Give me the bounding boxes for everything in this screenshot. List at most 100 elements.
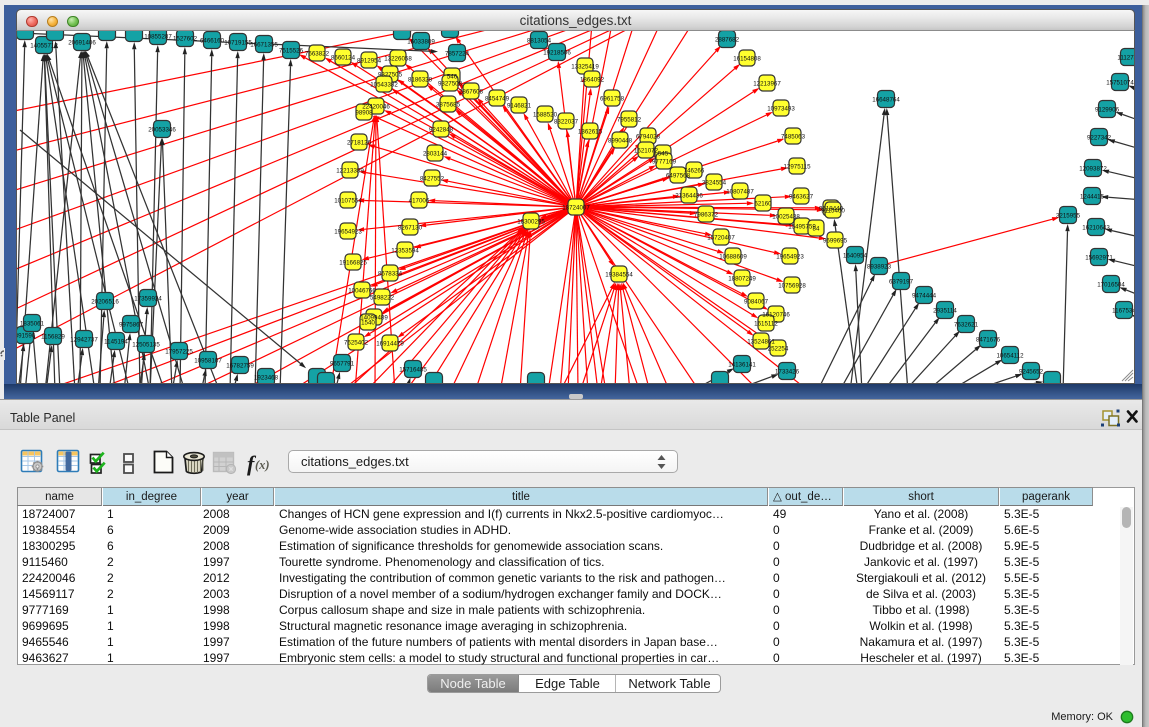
svg-text:1621072: 1621072 [634,147,659,154]
svg-text:18724007: 18724007 [562,204,590,211]
svg-text:12093872: 12093872 [1079,165,1107,172]
svg-text:20206516: 20206516 [91,298,119,305]
svg-text:98908: 98908 [355,109,373,116]
svg-text:7625402: 7625402 [344,339,369,346]
svg-text:1540: 1540 [361,319,375,326]
svg-text:8454749: 8454749 [485,95,510,102]
svg-text:16154808: 16154808 [733,55,761,62]
svg-text:10756928: 10756928 [778,282,806,289]
svg-text:9146821: 9146821 [507,102,532,109]
svg-text:546: 546 [447,73,458,80]
svg-text:9115460: 9115460 [821,207,845,214]
svg-text:12353594: 12353594 [391,247,419,254]
svg-text:16120746: 16120746 [762,311,790,318]
svg-text:10807487: 10807487 [726,188,754,195]
svg-text:15692971: 15692971 [1085,254,1113,261]
svg-text:20691406: 20691406 [68,39,96,46]
svg-text:391590: 391590 [17,332,36,339]
svg-text:10654112: 10654112 [996,352,1024,359]
svg-text:10107554: 10107554 [334,197,362,204]
svg-text:17016504: 17016504 [1097,281,1125,288]
svg-text:9327505: 9327505 [378,71,403,78]
svg-text:9227342: 9227342 [1087,134,1112,141]
svg-text:16210643: 16210643 [1082,224,1110,231]
svg-text:10543382: 10543382 [370,81,398,88]
svg-text:21364436: 21364436 [675,192,703,199]
svg-text:12975115: 12975115 [783,163,811,170]
svg-text:7515526: 7515526 [279,47,304,54]
svg-text:1733426: 1733426 [775,368,800,375]
svg-text:3824554: 3824554 [702,179,727,186]
svg-text:8678334: 8678334 [378,270,403,277]
svg-text:9084067: 9084067 [744,298,769,305]
svg-text:1145194: 1145194 [104,338,128,345]
svg-text:18807249: 18807249 [728,275,756,282]
svg-text:1362615: 1362615 [578,128,603,135]
svg-text:8990448: 8990448 [608,137,633,144]
svg-text:7663822: 7663822 [305,50,330,57]
svg-text:8813054: 8813054 [527,37,552,44]
svg-text:6379197: 6379197 [889,278,914,285]
svg-text:9474444: 9474444 [912,292,937,299]
svg-text:15716485: 15716485 [399,366,427,373]
svg-text:14136141: 14136141 [728,361,756,368]
svg-text:12942737: 12942737 [70,336,98,343]
svg-text:10973493: 10973493 [767,105,795,112]
svg-text:17359924: 17359924 [134,295,162,302]
svg-text:12213389: 12213389 [336,167,364,174]
svg-text:3215955: 3215955 [1056,212,1081,219]
svg-text:13226058: 13226058 [384,55,412,62]
svg-text:8186328: 8186328 [408,76,433,83]
svg-text:1640954: 1640954 [843,252,868,259]
svg-text:16914479: 16914479 [376,340,404,347]
svg-text:6961758: 6961758 [600,95,625,102]
svg-text:14055712: 14055712 [30,42,58,49]
svg-text:545: 545 [658,150,669,157]
svg-text:10719155: 10719155 [224,39,252,46]
svg-text:8267130: 8267130 [398,224,423,231]
svg-text:8471676: 8471676 [976,336,1001,343]
svg-text:19384554: 19384554 [605,271,633,278]
svg-text:19654923: 19654923 [334,228,362,235]
svg-text:15720407: 15720407 [707,234,735,241]
svg-text:7955812: 7955812 [617,116,642,123]
svg-text:9699695: 9699695 [823,237,848,244]
svg-text:1923468: 1923468 [254,374,279,381]
svg-text:12505135: 12505135 [132,341,160,348]
svg-text:8322037: 8322037 [554,118,579,125]
svg-text:1864092: 1864092 [580,76,605,83]
svg-text:1527602: 1527602 [173,35,198,42]
svg-text:7857224: 7857224 [445,50,470,57]
svg-text:2887682: 2887682 [715,36,740,43]
svg-text:9777169: 9777169 [652,158,677,165]
svg-text:19166825: 19166825 [339,259,367,266]
svg-text:10688609: 10688609 [719,253,747,260]
svg-text:10855287: 10855287 [144,33,172,40]
svg-text:16782759: 16782759 [226,362,254,369]
svg-text:9463627: 9463627 [789,193,814,200]
svg-text:10046766: 10046766 [348,287,376,294]
svg-text:3875685: 3875685 [436,101,461,108]
svg-text:15751074: 15751074 [1106,79,1134,86]
svg-text:9327508: 9327508 [438,80,463,87]
svg-text:252254: 252254 [768,345,789,352]
svg-text:1615112: 1615112 [754,320,778,327]
svg-text:6466160: 6466160 [200,37,225,44]
svg-text:1835061: 1835061 [20,320,45,327]
svg-text:9657791: 9657791 [330,360,355,367]
svg-text:2803144: 2803144 [423,150,448,157]
svg-text:9245652: 9245652 [1019,368,1044,375]
svg-text:16648764: 16648764 [872,96,900,103]
svg-text:17957225: 17957225 [165,348,193,355]
svg-text:8427552: 8427552 [420,175,445,182]
svg-text:10025438: 10025438 [772,213,800,220]
svg-text:12213967: 12213967 [753,80,781,87]
svg-text:19654923: 19654923 [776,253,804,260]
svg-text:1167534: 1167534 [1112,307,1134,314]
svg-text:13524861: 13524861 [747,338,775,345]
svg-text:7632621: 7632621 [954,321,979,328]
svg-text:8912954: 8912954 [357,57,382,64]
svg-text:8660124: 8660124 [331,54,356,61]
svg-text:1112747: 1112747 [1117,54,1134,61]
svg-text:6497568: 6497568 [666,172,691,179]
